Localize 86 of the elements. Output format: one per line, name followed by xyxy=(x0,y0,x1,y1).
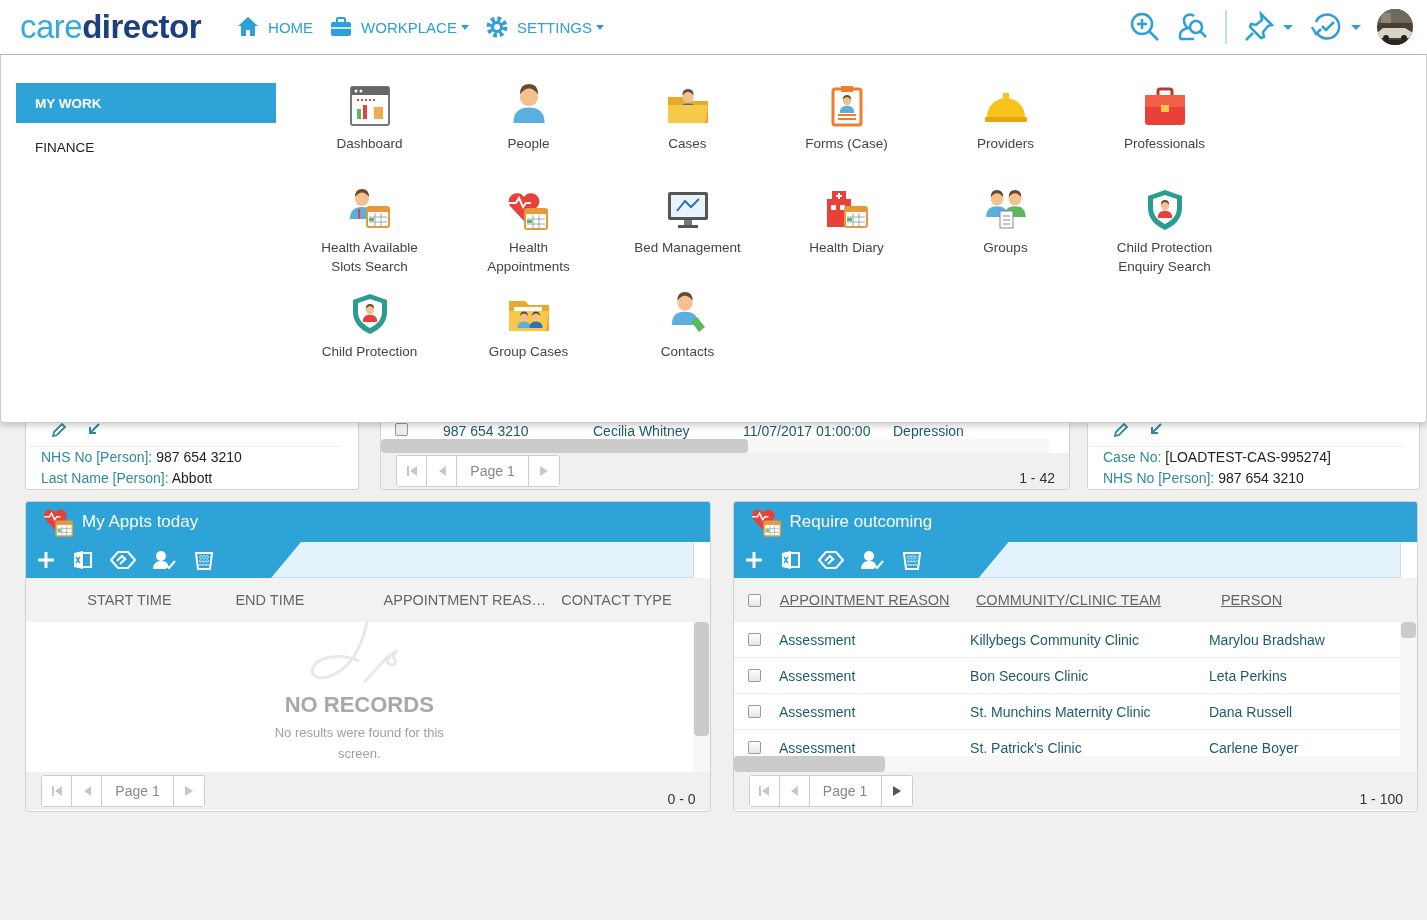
column-header[interactable]: COMMUNITY/CLINIC TEAM xyxy=(975,592,1221,608)
checkbox[interactable] xyxy=(747,669,761,682)
tile-label[interactable]: Groups xyxy=(943,238,1068,257)
tile-label[interactable]: Providers xyxy=(943,134,1068,153)
checkbox[interactable] xyxy=(747,705,761,718)
table-cell-text: 11/07/2017 01:00:00 xyxy=(743,423,872,439)
gear-icon[interactable] xyxy=(484,15,509,39)
skip-back-icon[interactable] xyxy=(49,784,64,798)
table-cell-text: Leta Perkins xyxy=(1208,667,1288,684)
tile-label[interactable]: Dashboard xyxy=(307,134,432,153)
column-header: APPOINTMENT REAS… xyxy=(383,592,548,608)
empty-message: No results were found for this screen. xyxy=(274,724,445,763)
checkbox[interactable] xyxy=(747,593,761,607)
skip-back-icon[interactable] xyxy=(404,464,419,478)
tile-label[interactable]: Health Diary xyxy=(784,238,909,257)
record-range: 1 - 42 xyxy=(1019,470,1055,488)
column-header: END TIME xyxy=(235,592,306,608)
table-cell-text: Assessment xyxy=(779,667,857,684)
table-cell-text: Marylou Bradshaw xyxy=(1208,631,1326,648)
tile-label[interactable]: Bed Management xyxy=(625,238,750,257)
person-search-icon[interactable] xyxy=(1177,11,1209,43)
scrollbar-thumb[interactable] xyxy=(733,756,885,772)
first-page-button[interactable] xyxy=(749,776,780,806)
empty-title: NO RECORDS xyxy=(284,692,434,718)
page-indicator: Page 1 xyxy=(809,776,882,806)
user-check-icon[interactable] xyxy=(860,550,885,570)
scrollbar-thumb[interactable] xyxy=(693,622,709,736)
tile-label[interactable]: Forms (Case) xyxy=(784,134,909,153)
checkbox[interactable] xyxy=(395,423,408,436)
table-cell-text: 987 654 3210 xyxy=(443,423,530,439)
tile-label[interactable]: Cases xyxy=(625,134,750,153)
tile-label[interactable]: Health Appointments xyxy=(466,238,591,276)
widget-title: My Appts today xyxy=(82,512,199,532)
table-cell-text: Cecilia Whitney xyxy=(593,423,691,439)
field-line: NHS No [Person]: 987 654 3210 xyxy=(40,448,243,467)
tile-label[interactable]: Contacts xyxy=(625,342,750,361)
table-cell-text: Assessment xyxy=(779,739,857,756)
pin-icon[interactable] xyxy=(1243,11,1275,43)
table-cell-text: Carlene Boyer xyxy=(1208,739,1300,756)
briefcase-icon[interactable] xyxy=(329,15,354,39)
checkbox[interactable] xyxy=(747,741,761,754)
tile-label[interactable]: Health Available Slots Search xyxy=(307,238,432,276)
excel-icon[interactable] xyxy=(780,550,801,570)
table-cell-text: Assessment xyxy=(779,631,857,648)
trash-icon[interactable] xyxy=(194,550,214,570)
table-cell-text: Assessment xyxy=(779,703,857,720)
pencil-icon[interactable] xyxy=(50,421,68,439)
skip-back-icon[interactable] xyxy=(757,784,771,798)
column-header[interactable]: APPOINTMENT REASON xyxy=(779,592,976,608)
zoom-in-icon[interactable] xyxy=(1129,11,1161,43)
column-header: CONTACT TYPE xyxy=(561,592,673,608)
record-range: 1 - 100 xyxy=(1359,791,1403,809)
first-page-button[interactable] xyxy=(42,776,72,806)
tile-label[interactable]: Professionals xyxy=(1102,134,1227,153)
record-range: 0 - 0 xyxy=(667,791,696,809)
scrollbar-thumb[interactable] xyxy=(381,439,748,453)
table-cell-text: Killybegs Community Clinic xyxy=(970,631,1140,648)
column-header: START TIME xyxy=(87,592,173,608)
excel-icon[interactable] xyxy=(73,550,93,570)
user-check-icon[interactable] xyxy=(153,550,177,570)
logo[interactable]: caredirector xyxy=(20,8,202,46)
field-line: NHS No [Person]: 987 654 3210 xyxy=(1102,469,1305,488)
widget-title: Require outcoming xyxy=(789,512,933,532)
pencil-icon[interactable] xyxy=(1112,421,1130,439)
table-cell-text: Bon Secours Clinic xyxy=(970,667,1090,684)
history-icon[interactable] xyxy=(1309,11,1343,43)
field-line: Case No: [LOADTEST-CAS-995274] xyxy=(1102,448,1332,467)
field-line: Last Name [Person]: Abbott xyxy=(40,469,214,488)
tile-label[interactable]: Child Protection xyxy=(307,342,432,361)
tile-label[interactable]: People xyxy=(466,134,591,153)
table-cell-text: St. Munchins Maternity Clinic xyxy=(970,703,1152,720)
trash-icon[interactable] xyxy=(901,550,922,570)
tile-label[interactable]: Group Cases xyxy=(466,342,591,361)
caret-icon[interactable] xyxy=(1283,24,1293,30)
table-cell-text: St. Patrick's Clinic xyxy=(970,739,1083,756)
plus-icon[interactable] xyxy=(36,550,56,570)
caret-icon[interactable] xyxy=(1351,24,1361,30)
plus-icon[interactable] xyxy=(743,550,764,570)
first-page-button[interactable] xyxy=(397,456,427,486)
menu-category[interactable]: FINANCE xyxy=(16,127,276,167)
checkbox[interactable] xyxy=(747,633,761,646)
table-cell-text: Depression xyxy=(893,423,965,439)
scrollbar-thumb[interactable] xyxy=(1401,622,1416,638)
tile-label[interactable]: Child Protection Enquiry Search xyxy=(1102,238,1227,276)
table-cell-text: Dana Russell xyxy=(1208,703,1294,720)
column-header[interactable]: PERSON xyxy=(1220,592,1417,608)
